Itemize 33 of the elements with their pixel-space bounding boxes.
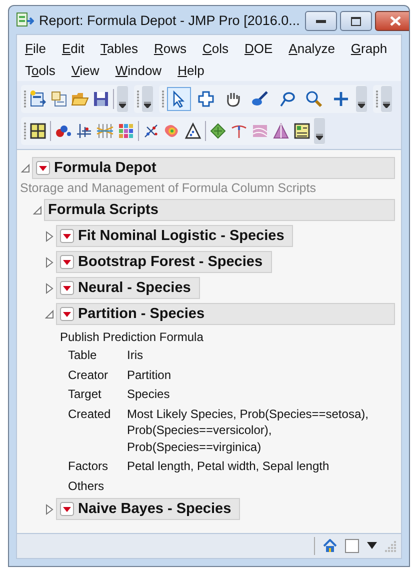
property-label: Others (68, 478, 106, 494)
property-value: Species (127, 386, 171, 402)
menu-item[interactable]: Help (178, 62, 204, 78)
property-label: Target (68, 386, 102, 402)
outline-header[interactable]: Formula Scripts (44, 199, 395, 221)
menu-item[interactable]: Window (115, 62, 162, 78)
menu-item[interactable]: Graph (350, 40, 388, 56)
outline-description: Storage and Management of Formula Column Scripts (20, 181, 317, 195)
section-heading: Publish Prediction Formula (60, 330, 204, 344)
outline-header[interactable]: Bootstrap Forest - Species (56, 251, 272, 273)
property-label: Creator (68, 366, 110, 383)
property-value: Iris (127, 347, 144, 364)
menu-item[interactable]: Rows (154, 40, 186, 56)
menu-item[interactable]: Tables (100, 40, 138, 56)
property-value: Petal length, Petal width, Sepal length (127, 458, 330, 474)
property-value: Partition (127, 366, 172, 383)
outline-header[interactable]: Partition - Species (56, 303, 395, 325)
property-value: Most Likely Species, Prob(Species==setosa), Prob(Species==versicolor), Prob(Species==virginica) (127, 406, 370, 455)
menu-item[interactable]: DOE (244, 40, 273, 56)
menu-item[interactable]: View (71, 62, 100, 78)
property-label: Factors (68, 458, 110, 474)
menu-item[interactable]: Edit (62, 40, 84, 56)
menu-item[interactable]: Analyze (288, 40, 335, 56)
window-title: Report: Formula Depot - JMP Pro [2016.0... (39, 12, 300, 28)
menu-item[interactable]: Cols (202, 40, 228, 56)
outline-header[interactable]: Formula Depot (32, 157, 395, 179)
outline-header[interactable]: Neural - Species (56, 277, 200, 299)
outline-header[interactable]: Fit Nominal Logistic - Species (56, 225, 294, 247)
menu-item[interactable]: Tools (25, 62, 56, 78)
menu-item[interactable]: File (25, 40, 46, 56)
outline-header[interactable]: Naive Bayes - Species (56, 498, 240, 520)
property-label: Table (68, 347, 98, 364)
property-label: Created (68, 406, 112, 422)
